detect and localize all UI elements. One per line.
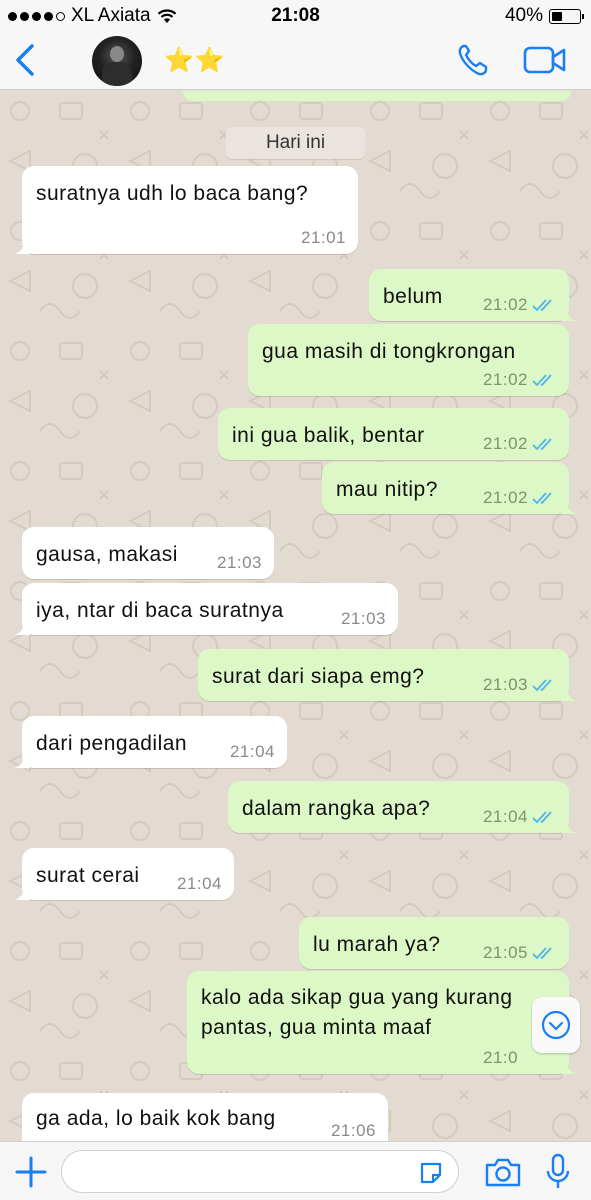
read-ticks-icon	[532, 811, 552, 824]
message-text: suratnya udh lo baca bang?	[36, 182, 309, 205]
message-text: dalam rangka apa?	[242, 797, 431, 820]
chat-area[interactable]: Hari ini suratnya udh lo baca bang? 21:0…	[0, 91, 591, 1141]
message-time: 21:02	[482, 434, 528, 453]
incoming-message[interactable]: gausa, makasi 21:03	[22, 527, 274, 579]
status-bar: XL Axiata 21:08 40%	[0, 0, 591, 32]
message-time: 21:04	[176, 874, 222, 893]
message-time: 21:01	[300, 228, 346, 247]
message-time: 21:05	[482, 943, 528, 962]
read-ticks-icon	[532, 492, 552, 505]
outgoing-message[interactable]: belum 21:02	[369, 269, 577, 321]
message-time: 21:04	[482, 807, 528, 826]
message-time: 21:02	[482, 488, 528, 507]
sticker-icon[interactable]	[418, 1160, 444, 1186]
outgoing-message[interactable]: dalam rangka apa? 21:04	[228, 781, 577, 833]
outgoing-message[interactable]: surat dari siapa emg? 21:03	[198, 649, 577, 701]
scroll-to-bottom-button[interactable]	[532, 997, 580, 1053]
chevron-down-circle-icon	[541, 1010, 571, 1040]
incoming-message[interactable]: iya, ntar di baca suratnya 21:03	[14, 583, 398, 635]
outgoing-message[interactable]: kalo ada sikap gua yang kurang pantas, g…	[187, 971, 577, 1074]
battery-percent: 40%	[504, 5, 543, 26]
incoming-message[interactable]: suratnya udh lo baca bang? 21:01	[14, 166, 358, 254]
contact-name[interactable]: ⭐⭐	[164, 46, 226, 75]
read-ticks-icon	[532, 947, 552, 960]
chat-header: ⭐⭐	[0, 32, 591, 90]
message-text: dari pengadilan	[36, 732, 188, 755]
message-time: 21:03	[216, 553, 262, 572]
battery-icon	[549, 8, 584, 24]
outgoing-message[interactable]: lu marah ya? 21:05	[299, 917, 569, 969]
message-time: 21:0	[483, 1048, 519, 1067]
message-time: 21:06	[330, 1121, 376, 1140]
message-text: mau nitip?	[336, 478, 438, 501]
outgoing-message[interactable]: gua masih di tongkrongan 21:02	[248, 324, 569, 396]
message-text: belum	[383, 285, 443, 308]
camera-icon[interactable]	[484, 1156, 522, 1188]
incoming-message[interactable]: ga ada, lo baik kok bang 21:06	[22, 1093, 388, 1141]
message-text: iya, ntar di baca suratnya	[36, 599, 284, 622]
message-time: 21:03	[340, 609, 386, 628]
message-text: ini gua balik, bentar	[232, 424, 425, 447]
back-chevron-icon[interactable]	[10, 40, 40, 80]
message-time: 21:02	[482, 370, 528, 389]
message-text: gua masih di tongkrongan	[262, 340, 516, 363]
outgoing-message[interactable]: mau nitip? 21:02	[322, 462, 577, 514]
plus-icon[interactable]	[14, 1155, 48, 1189]
message-text: gausa, makasi	[36, 543, 178, 566]
date-divider: Hari ini	[226, 127, 365, 159]
message-time: 21:03	[482, 675, 528, 694]
message-text: surat cerai	[36, 864, 140, 887]
message-time: 21:04	[229, 742, 275, 761]
previous-message-bubble	[183, 91, 571, 101]
status-time: 21:08	[271, 5, 320, 26]
incoming-message[interactable]: surat cerai 21:04	[14, 848, 234, 900]
read-ticks-icon	[532, 438, 552, 451]
message-input[interactable]	[61, 1150, 459, 1193]
message-text-line-2: pantas, gua minta maaf	[201, 1016, 432, 1039]
microphone-icon[interactable]	[545, 1152, 571, 1192]
incoming-message[interactable]: dari pengadilan 21:04	[14, 716, 287, 768]
message-text: ga ada, lo baik kok bang	[36, 1107, 276, 1130]
message-text-line-1: kalo ada sikap gua yang kurang	[201, 986, 513, 1009]
contact-avatar[interactable]	[92, 36, 142, 86]
message-input-bar	[0, 1141, 591, 1200]
message-time: 21:02	[482, 295, 528, 314]
status-right: 40%	[504, 5, 584, 27]
video-camera-icon[interactable]	[523, 44, 567, 76]
outgoing-message[interactable]: ini gua balik, bentar 21:02	[218, 408, 569, 460]
phone-icon[interactable]	[456, 42, 490, 78]
read-ticks-icon	[532, 374, 552, 387]
message-text: lu marah ya?	[313, 933, 441, 956]
message-text: surat dari siapa emg?	[212, 665, 425, 688]
read-ticks-icon	[532, 299, 552, 312]
read-ticks-icon	[532, 679, 552, 692]
